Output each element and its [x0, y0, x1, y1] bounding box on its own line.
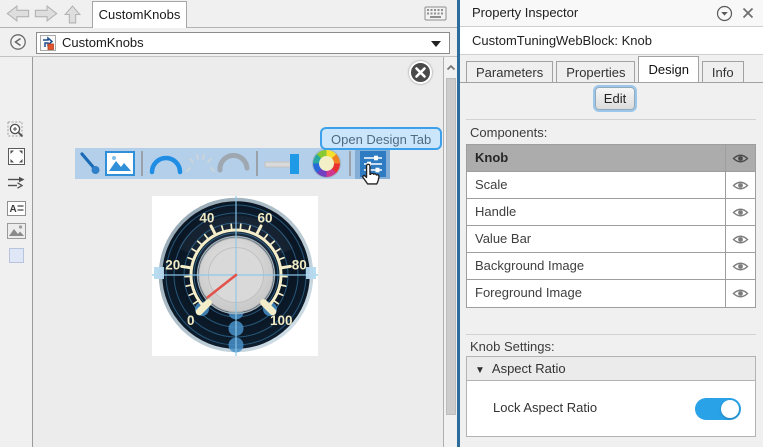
signal-routing-icon[interactable]: [7, 173, 26, 192]
slider-icon[interactable]: [262, 148, 308, 179]
tab-info[interactable]: Info: [702, 61, 744, 83]
toggle-knob: [721, 400, 739, 418]
scrollbar-up-arrow-icon[interactable]: [446, 61, 456, 71]
design-settings-button[interactable]: [355, 148, 390, 179]
section-divider: [466, 119, 756, 120]
color-wheel-icon[interactable]: [309, 148, 346, 179]
component-row-knob[interactable]: Knob: [467, 145, 755, 172]
annotation-icon[interactable]: A: [7, 199, 26, 218]
edit-button-label: Edit: [604, 91, 626, 106]
svg-text:20: 20: [165, 257, 180, 272]
lock-aspect-ratio-label: Lock Aspect Ratio: [493, 381, 597, 435]
up-to-parent-button[interactable]: [64, 5, 82, 23]
tab-properties[interactable]: Properties: [556, 61, 635, 83]
inspector-tab-bar: Parameters Properties Design Info: [460, 55, 763, 83]
back-button[interactable]: [6, 5, 32, 23]
lock-aspect-ratio-toggle[interactable]: [695, 398, 741, 420]
document-tab-bar: CustomKnobs: [0, 0, 457, 28]
component-name: Value Bar: [467, 226, 725, 252]
selected-block-path: CustomTuningWebBlock: Knob: [460, 27, 763, 55]
design-settings-icon: [360, 151, 386, 177]
svg-text:100: 100: [270, 313, 293, 328]
fit-to-view-icon[interactable]: [7, 147, 26, 166]
subsystem-icon: [40, 35, 56, 51]
component-name: Background Image: [467, 253, 725, 279]
tab-parameters[interactable]: Parameters: [466, 61, 553, 83]
panel-title: Property Inspector: [472, 0, 578, 26]
edit-button[interactable]: Edit: [595, 87, 635, 110]
select-area-icon[interactable]: [9, 248, 24, 263]
open-design-tab-tooltip: Open Design Tab: [320, 127, 442, 150]
tab-label: Design: [648, 62, 688, 77]
scrollbar-thumb[interactable]: [446, 78, 456, 415]
selected-block-label: CustomTuningWebBlock: Knob: [472, 27, 652, 54]
svg-text:60: 60: [258, 210, 273, 225]
aspect-ratio-section-header[interactable]: ▼ Aspect Ratio: [466, 356, 756, 381]
forward-button[interactable]: [34, 5, 60, 23]
background-image-icon[interactable]: [104, 148, 137, 179]
visibility-eye-icon[interactable]: [725, 199, 755, 225]
section-divider: [466, 334, 756, 335]
component-row-scale[interactable]: Scale: [467, 172, 755, 199]
visibility-eye-icon[interactable]: [725, 172, 755, 198]
tab-label: Properties: [566, 65, 625, 80]
zoom-region-icon[interactable]: [7, 121, 26, 140]
keyboard-shortcuts-icon[interactable]: [424, 6, 448, 22]
close-overlay-button[interactable]: [409, 61, 432, 84]
tab-label: Info: [712, 65, 734, 80]
component-name: Handle: [467, 199, 725, 225]
svg-text:80: 80: [292, 257, 307, 272]
svg-text:A: A: [10, 204, 17, 215]
system-path-combobox[interactable]: CustomKnobs: [36, 32, 450, 54]
visibility-eye-icon[interactable]: [725, 280, 755, 307]
section-title: Aspect Ratio: [492, 361, 566, 376]
tooltip-label: Open Design Tab: [331, 132, 431, 147]
knob-design-gallery-toolbar: [75, 148, 390, 179]
knob-widget[interactable]: 0 20 40 60 80 100: [152, 196, 318, 356]
property-inspector-header: Property Inspector: [460, 0, 763, 27]
component-row-value-bar[interactable]: Value Bar: [467, 226, 755, 253]
panel-close-icon[interactable]: [741, 6, 755, 20]
components-label: Components:: [470, 125, 547, 141]
components-list: Knob Scale Handle Value Bar Background I…: [466, 144, 756, 308]
document-tab-label: CustomKnobs: [99, 7, 181, 22]
component-name: Scale: [467, 172, 725, 198]
editor-palette: A: [0, 57, 33, 447]
gallery-separator: [349, 151, 351, 176]
visibility-eye-icon[interactable]: [725, 226, 755, 252]
tick-marks-icon[interactable]: [185, 148, 215, 179]
gallery-separator: [256, 151, 258, 176]
svg-text:0: 0: [187, 313, 195, 328]
visibility-eye-icon[interactable]: [725, 145, 755, 171]
component-name: Knob: [467, 145, 725, 171]
gallery-separator: [141, 151, 143, 176]
panel-menu-button[interactable]: [716, 5, 733, 22]
canvas-vertical-scrollbar[interactable]: [443, 57, 457, 447]
component-name: Foreground Image: [467, 280, 725, 307]
combobox-dropdown-arrow-icon[interactable]: [431, 41, 441, 47]
tab-design[interactable]: Design: [638, 56, 698, 83]
secondary-arc-icon[interactable]: [215, 148, 252, 179]
collapse-arrow-icon: ▼: [475, 359, 485, 382]
aspect-ratio-section-body: Lock Aspect Ratio: [466, 381, 756, 437]
document-tab-customknobs[interactable]: CustomKnobs: [92, 1, 187, 28]
breadcrumb: CustomKnobs: [62, 33, 144, 53]
component-row-foreground-image[interactable]: Foreground Image: [467, 280, 755, 307]
simulink-editor-window: CustomKnobs: [0, 0, 763, 447]
svg-text:40: 40: [199, 210, 214, 225]
image-icon[interactable]: [7, 223, 26, 242]
tab-label: Parameters: [476, 65, 543, 80]
component-row-handle[interactable]: Handle: [467, 199, 755, 226]
needle-icon[interactable]: [75, 148, 104, 179]
hide-explorer-bar-button[interactable]: [9, 33, 27, 51]
component-row-background-image[interactable]: Background Image: [467, 253, 755, 280]
visibility-eye-icon[interactable]: [725, 253, 755, 279]
address-bar: CustomKnobs: [0, 28, 457, 57]
scale-arc-icon[interactable]: [147, 148, 186, 179]
knob-settings-label: Knob Settings:: [470, 339, 555, 355]
